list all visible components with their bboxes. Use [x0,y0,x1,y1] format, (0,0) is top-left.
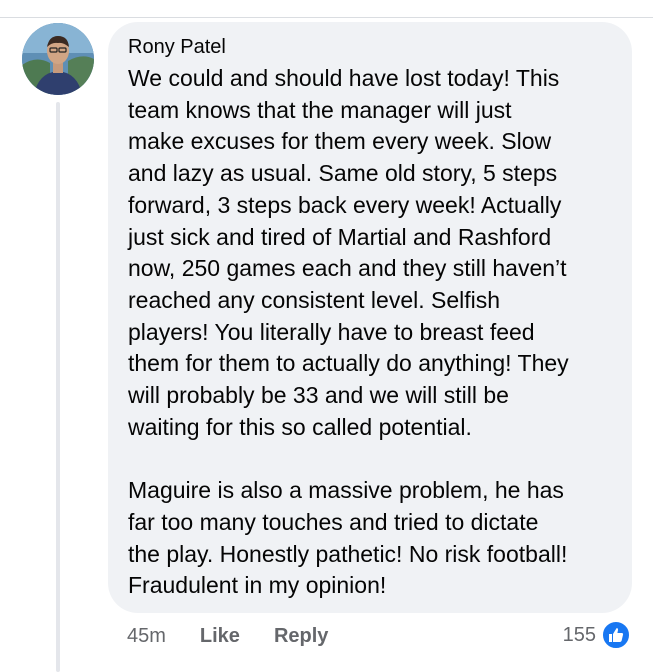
like-button[interactable]: Like [200,625,240,648]
profile-photo [22,23,94,95]
comment-thread: Rony Patel We could and should have lost… [0,0,653,672]
thumbs-up-icon [601,620,631,650]
reply-button[interactable]: Reply [274,625,328,648]
author-name[interactable]: Rony Patel [128,34,632,60]
comment-text: We could and should have lost today! Thi… [128,65,569,599]
comment-actions: 45m Like Reply [127,622,328,650]
reactions[interactable]: 155 [563,620,631,650]
divider [0,17,653,18]
timestamp[interactable]: 45m [127,625,166,648]
thread-line [56,102,60,672]
reaction-count: 155 [562,623,596,646]
comment-bubble: Rony Patel We could and should have lost… [108,22,632,613]
avatar[interactable] [22,23,94,95]
